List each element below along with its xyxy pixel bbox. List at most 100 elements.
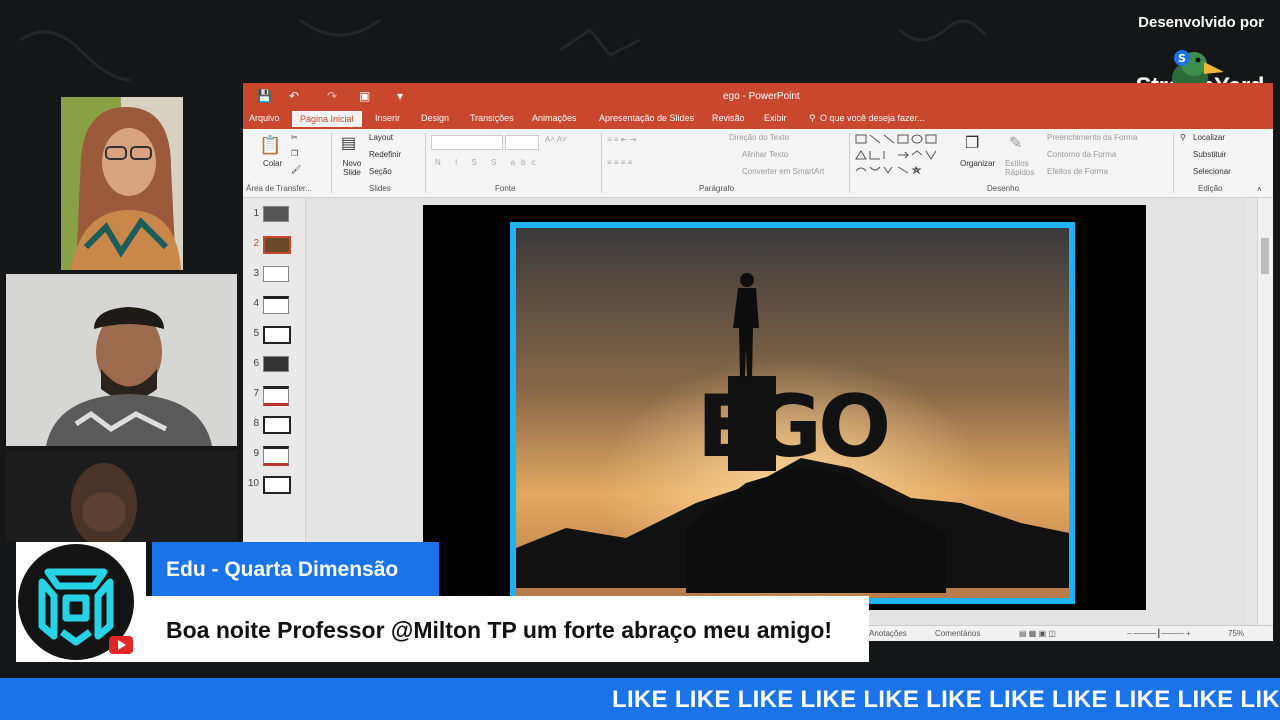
comment-message: Boa noite Professor @Milton TP um forte … bbox=[146, 596, 869, 662]
window-title: ego - PowerPoint bbox=[723, 91, 800, 102]
shape-fill-button[interactable]: Preenchimento da Forma bbox=[1047, 133, 1137, 142]
ribbon-separator bbox=[601, 133, 602, 193]
tab-pagina-inicial[interactable]: Página Inicial bbox=[292, 111, 362, 127]
ribbon-tabs: Arquivo Página Inicial Inserir Design Tr… bbox=[243, 109, 1273, 129]
slide-thumbnail[interactable]: 10 bbox=[247, 476, 291, 494]
ribbon-separator bbox=[425, 133, 426, 193]
vertical-scrollbar[interactable] bbox=[1257, 198, 1273, 626]
slide-thumbnail[interactable]: 4 bbox=[247, 296, 289, 314]
bullets-icon[interactable]: ≡ ≡ ⇤ ⇥ bbox=[607, 135, 636, 144]
arrange-icon[interactable]: ❐ bbox=[965, 133, 979, 153]
select-button[interactable]: Selecionar bbox=[1193, 167, 1231, 176]
tab-design[interactable]: Design bbox=[421, 113, 449, 123]
slide-image-frame: EGO bbox=[510, 222, 1075, 604]
replace-button[interactable]: Substituir bbox=[1193, 150, 1226, 159]
font-name-select[interactable] bbox=[431, 135, 503, 150]
paste-icon[interactable]: 📋 bbox=[259, 135, 281, 156]
tab-inserir[interactable]: Inserir bbox=[375, 113, 400, 123]
powerpoint-titlebar: 💾 ↶ ↷ ▣ ▾ ego - PowerPoint bbox=[243, 83, 1273, 109]
new-slide-icon[interactable]: ▤ bbox=[341, 133, 356, 153]
shape-effects-button[interactable]: Efeitos de Forma bbox=[1047, 167, 1108, 176]
group-slides: Slides bbox=[369, 184, 391, 193]
quick-styles-icon[interactable]: ✎ bbox=[1009, 133, 1022, 153]
tab-exibir[interactable]: Exibir bbox=[764, 113, 787, 123]
scrollbar-thumb[interactable] bbox=[1261, 238, 1269, 274]
start-slideshow-icon[interactable]: ▣ bbox=[359, 89, 370, 103]
grow-font-icon[interactable]: A˄ A˅ bbox=[545, 135, 567, 144]
commenter-name: Edu - Quarta Dimensão bbox=[152, 542, 439, 596]
redo-icon[interactable]: ↷ bbox=[327, 89, 337, 103]
shapes-gallery-icon[interactable] bbox=[854, 133, 950, 177]
save-icon[interactable]: 💾 bbox=[257, 89, 272, 103]
reset-button[interactable]: Redefinir bbox=[369, 150, 401, 159]
lightbulb-icon: ⚲ bbox=[809, 113, 816, 123]
comments-button[interactable]: Comentários bbox=[935, 629, 980, 638]
group-drawing: Desenho bbox=[987, 184, 1020, 193]
ribbon-separator bbox=[849, 133, 850, 193]
smartart-button[interactable]: Converter em SmartArt bbox=[742, 167, 824, 176]
ribbon-separator bbox=[1173, 133, 1174, 193]
zoom-level[interactable]: 75% bbox=[1228, 629, 1244, 638]
collapse-ribbon-icon[interactable]: ˄ bbox=[1257, 185, 1262, 194]
slide-number: 2 bbox=[253, 238, 259, 249]
slide-thumbnail[interactable]: 7 bbox=[247, 386, 289, 406]
text-direction-button[interactable]: Direção do Texto bbox=[729, 133, 789, 142]
slide-thumbnail[interactable]: 8 bbox=[247, 416, 291, 434]
tell-me-search[interactable]: O que você deseja fazer... bbox=[820, 113, 925, 123]
tab-apresentacao[interactable]: Apresentação de Slides bbox=[599, 113, 694, 123]
ribbon-home: 📋 Colar ✂ ❐ 🖌 Área de Transfer... ▤ Novo… bbox=[243, 129, 1273, 198]
slide-thumbnail[interactable]: 6 bbox=[247, 356, 289, 372]
format-painter-icon[interactable]: 🖌 bbox=[291, 165, 301, 174]
tab-revisao[interactable]: Revisão bbox=[712, 113, 745, 123]
layout-button[interactable]: Layout bbox=[369, 133, 393, 142]
slide-number: 4 bbox=[253, 298, 259, 309]
arrange-button[interactable]: Organizar bbox=[960, 159, 995, 168]
quick-styles-button[interactable]: Estilos Rápidos bbox=[1005, 159, 1035, 177]
font-format-icons[interactable]: N I S S abc bbox=[435, 158, 541, 167]
ego-mountain-image: EGO bbox=[516, 228, 1069, 598]
align-icons[interactable]: ≡ ≡ ≡ ≡ bbox=[607, 158, 632, 167]
ribbon-separator bbox=[331, 133, 332, 193]
group-clipboard: Área de Transfer... bbox=[246, 184, 312, 193]
paste-button[interactable]: Colar bbox=[263, 159, 282, 168]
zoom-slider[interactable]: – ────┃──── + bbox=[1127, 629, 1191, 638]
cut-icon[interactable]: ✂ bbox=[291, 133, 298, 142]
font-size-select[interactable] bbox=[505, 135, 539, 150]
undo-icon[interactable]: ↶ bbox=[289, 89, 299, 103]
notes-button[interactable]: Anotações bbox=[869, 629, 907, 638]
participant-1-image bbox=[61, 97, 183, 270]
commenter-avatar bbox=[16, 542, 146, 662]
slide-ego-text: EGO bbox=[697, 377, 887, 477]
find-button[interactable]: Localizar bbox=[1193, 133, 1225, 142]
webcam-participant-1 bbox=[61, 97, 183, 270]
slide-thumbnail[interactable]: 1 bbox=[247, 206, 289, 222]
slide-thumbnail[interactable]: 5 bbox=[247, 326, 291, 344]
slide-number: 5 bbox=[253, 328, 259, 339]
slide-number: 9 bbox=[253, 448, 259, 459]
slide-thumbnail[interactable]: 3 bbox=[247, 266, 289, 282]
section-button[interactable]: Seção bbox=[369, 167, 392, 176]
participant-2-image bbox=[6, 274, 237, 446]
view-buttons-icon[interactable]: ▤ ▦ ▣ ◫ bbox=[1019, 629, 1056, 638]
slide-number: 7 bbox=[253, 388, 259, 399]
slide-thumbnail-selected[interactable]: 2 bbox=[247, 236, 291, 254]
developed-by-label: Desenvolvido por bbox=[1138, 14, 1264, 31]
find-icon[interactable]: ⚲ bbox=[1180, 133, 1186, 142]
slide-number: 6 bbox=[253, 358, 259, 369]
tab-animacoes[interactable]: Animações bbox=[532, 113, 577, 123]
slide-number: 8 bbox=[253, 418, 259, 429]
like-ticker: LIKE LIKE LIKE LIKE LIKE LIKE LIKE LIKE … bbox=[0, 678, 1280, 720]
slide-number: 3 bbox=[253, 268, 259, 279]
tab-transicoes[interactable]: Transições bbox=[470, 113, 514, 123]
current-slide[interactable]: EGO bbox=[423, 205, 1146, 610]
shape-outline-button[interactable]: Contorno da Forma bbox=[1047, 150, 1116, 159]
align-text-button[interactable]: Alinhar Texto bbox=[742, 150, 788, 159]
copy-icon[interactable]: ❐ bbox=[291, 149, 298, 158]
tab-arquivo[interactable]: Arquivo bbox=[249, 113, 280, 123]
slide-thumbnail[interactable]: 9 bbox=[247, 446, 289, 466]
webcam-participant-2 bbox=[6, 274, 237, 446]
new-slide-button[interactable]: Novo Slide bbox=[339, 159, 365, 177]
customize-toolbar-icon[interactable]: ▾ bbox=[397, 89, 403, 103]
webcam-participant-3 bbox=[6, 450, 237, 542]
slide-number: 1 bbox=[253, 208, 259, 219]
